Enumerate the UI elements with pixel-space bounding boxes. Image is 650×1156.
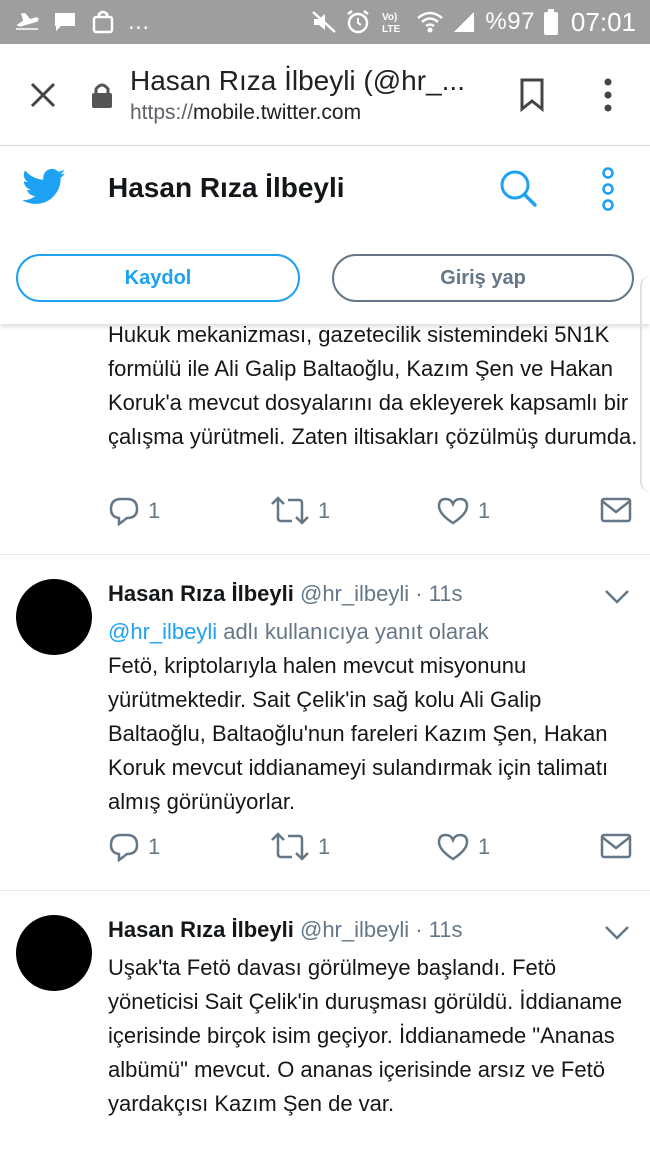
search-icon xyxy=(500,170,537,207)
reply-mention-link[interactable]: @hr_ilbeyli xyxy=(108,619,217,644)
reply-context-text: adlı kullanıcıya yanıt olarak xyxy=(217,619,489,644)
tweet-header: Hasan Rıza İlbeyli @hr_ilbeyli · 11s xyxy=(108,581,463,607)
heart-icon xyxy=(437,497,469,525)
profile-title: Hasan Rıza İlbeyli xyxy=(108,172,345,203)
close-icon xyxy=(30,82,56,107)
bookmark-button[interactable] xyxy=(512,74,552,116)
battery-percent: %97 xyxy=(485,8,535,35)
chevron-down-icon[interactable] xyxy=(604,923,630,943)
like-button[interactable]: 1 xyxy=(436,496,490,526)
avatar[interactable] xyxy=(16,579,92,655)
author-handle[interactable]: @hr_ilbeyli xyxy=(300,917,409,942)
address-area[interactable]: Hasan Rıza İlbeyli (@hr_... https://mobi… xyxy=(130,65,475,125)
page-url: https://mobile.twitter.com xyxy=(130,101,475,125)
author-name[interactable]: Hasan Rıza İlbeyli xyxy=(108,581,294,606)
tweet-text: Hukuk mekanizması, gazetecilik sistemind… xyxy=(108,324,638,449)
tweet[interactable]: Hasan Rıza İlbeyli @hr_ilbeyli · 11s @hr… xyxy=(0,555,650,889)
lock-icon[interactable] xyxy=(86,75,118,115)
browser-toolbar: Hasan Rıza İlbeyli (@hr_... https://mobi… xyxy=(0,44,650,146)
network-label: LTE xyxy=(382,24,400,35)
reply-icon xyxy=(109,833,139,862)
more-vertical-icon xyxy=(602,167,614,211)
twitter-bird-icon[interactable] xyxy=(22,168,66,208)
mute-icon xyxy=(311,9,337,35)
airplane-mode-icon xyxy=(14,9,40,35)
tweet[interactable]: Hukuk mekanizması, gazetecilik sistemind… xyxy=(0,324,650,554)
tweet-feed: Hukuk mekanizması, gazetecilik sistemind… xyxy=(0,324,650,1156)
login-button[interactable]: Giriş yap xyxy=(332,254,634,302)
author-name[interactable]: Hasan Rıza İlbeyli xyxy=(108,917,294,942)
like-count: 1 xyxy=(478,834,491,859)
status-bar: ... Vo) LTE %97 07:01 xyxy=(0,0,650,44)
tweet-actions: 1 1 1 xyxy=(108,832,638,864)
chevron-down-icon[interactable] xyxy=(604,587,630,607)
mail-icon xyxy=(600,833,632,859)
bookmark-icon xyxy=(520,78,544,112)
tweet[interactable]: Hasan Rıza İlbeyli @hr_ilbeyli · 11s Uşa… xyxy=(0,891,650,1156)
tweet-timestamp[interactable]: · 11s xyxy=(415,581,462,606)
browser-menu-button[interactable] xyxy=(590,72,626,118)
retweet-count: 1 xyxy=(318,834,331,859)
shopping-bag-icon xyxy=(90,9,116,35)
reply-button[interactable]: 1 xyxy=(108,832,160,862)
wifi-icon xyxy=(417,9,444,35)
url-scheme: https:// xyxy=(130,100,194,124)
alarm-icon xyxy=(345,9,371,35)
retweet-button[interactable]: 1 xyxy=(270,832,330,862)
tweet-timestamp[interactable]: · 11s xyxy=(415,917,462,942)
tweet-text: Uşak'ta Fetö davası görülmeye başlandı. … xyxy=(108,955,623,1116)
reply-count: 1 xyxy=(148,498,161,523)
more-notifications-indicator: ... xyxy=(128,8,150,35)
battery-icon xyxy=(543,9,559,35)
direct-message-button[interactable] xyxy=(600,832,632,860)
retweet-icon xyxy=(271,832,309,861)
reply-icon xyxy=(109,497,139,526)
like-button[interactable]: 1 xyxy=(436,832,490,862)
reply-button[interactable]: 1 xyxy=(108,496,160,526)
heart-icon xyxy=(437,833,469,861)
tweet-text: Fetö, kriptolarıyla halen mevcut misyonu… xyxy=(108,653,609,814)
reply-count: 1 xyxy=(148,834,161,859)
like-count: 1 xyxy=(478,498,491,523)
mail-icon xyxy=(600,497,632,523)
retweet-count: 1 xyxy=(318,498,331,523)
message-icon xyxy=(52,9,78,35)
search-button[interactable] xyxy=(498,168,538,208)
signal-icon xyxy=(451,9,477,35)
svg-text:Vo): Vo) xyxy=(382,12,397,23)
retweet-button[interactable]: 1 xyxy=(270,496,330,526)
tweet-actions: 1 1 1 xyxy=(108,496,638,528)
close-tab-button[interactable] xyxy=(0,44,86,146)
clock: 07:01 xyxy=(570,6,636,37)
retweet-icon xyxy=(271,496,309,525)
reply-context: @hr_ilbeyli adlı kullanıcıya yanıt olara… xyxy=(108,619,489,645)
more-vertical-icon xyxy=(604,78,612,112)
signup-button[interactable]: Kaydol xyxy=(16,254,300,302)
author-handle[interactable]: @hr_ilbeyli xyxy=(300,581,409,606)
twitter-header: Hasan Rıza İlbeyli Kaydol Giriş yap xyxy=(0,146,650,324)
twitter-menu-button[interactable] xyxy=(596,166,620,212)
direct-message-button[interactable] xyxy=(600,496,632,524)
volte-icon: Vo) LTE xyxy=(379,9,409,35)
url-host: mobile.twitter.com xyxy=(193,100,362,124)
page-title: Hasan Rıza İlbeyli (@hr_... xyxy=(130,64,465,96)
tweet-header: Hasan Rıza İlbeyli @hr_ilbeyli · 11s xyxy=(108,917,463,943)
scrollbar[interactable] xyxy=(640,276,650,492)
avatar[interactable] xyxy=(16,915,92,991)
